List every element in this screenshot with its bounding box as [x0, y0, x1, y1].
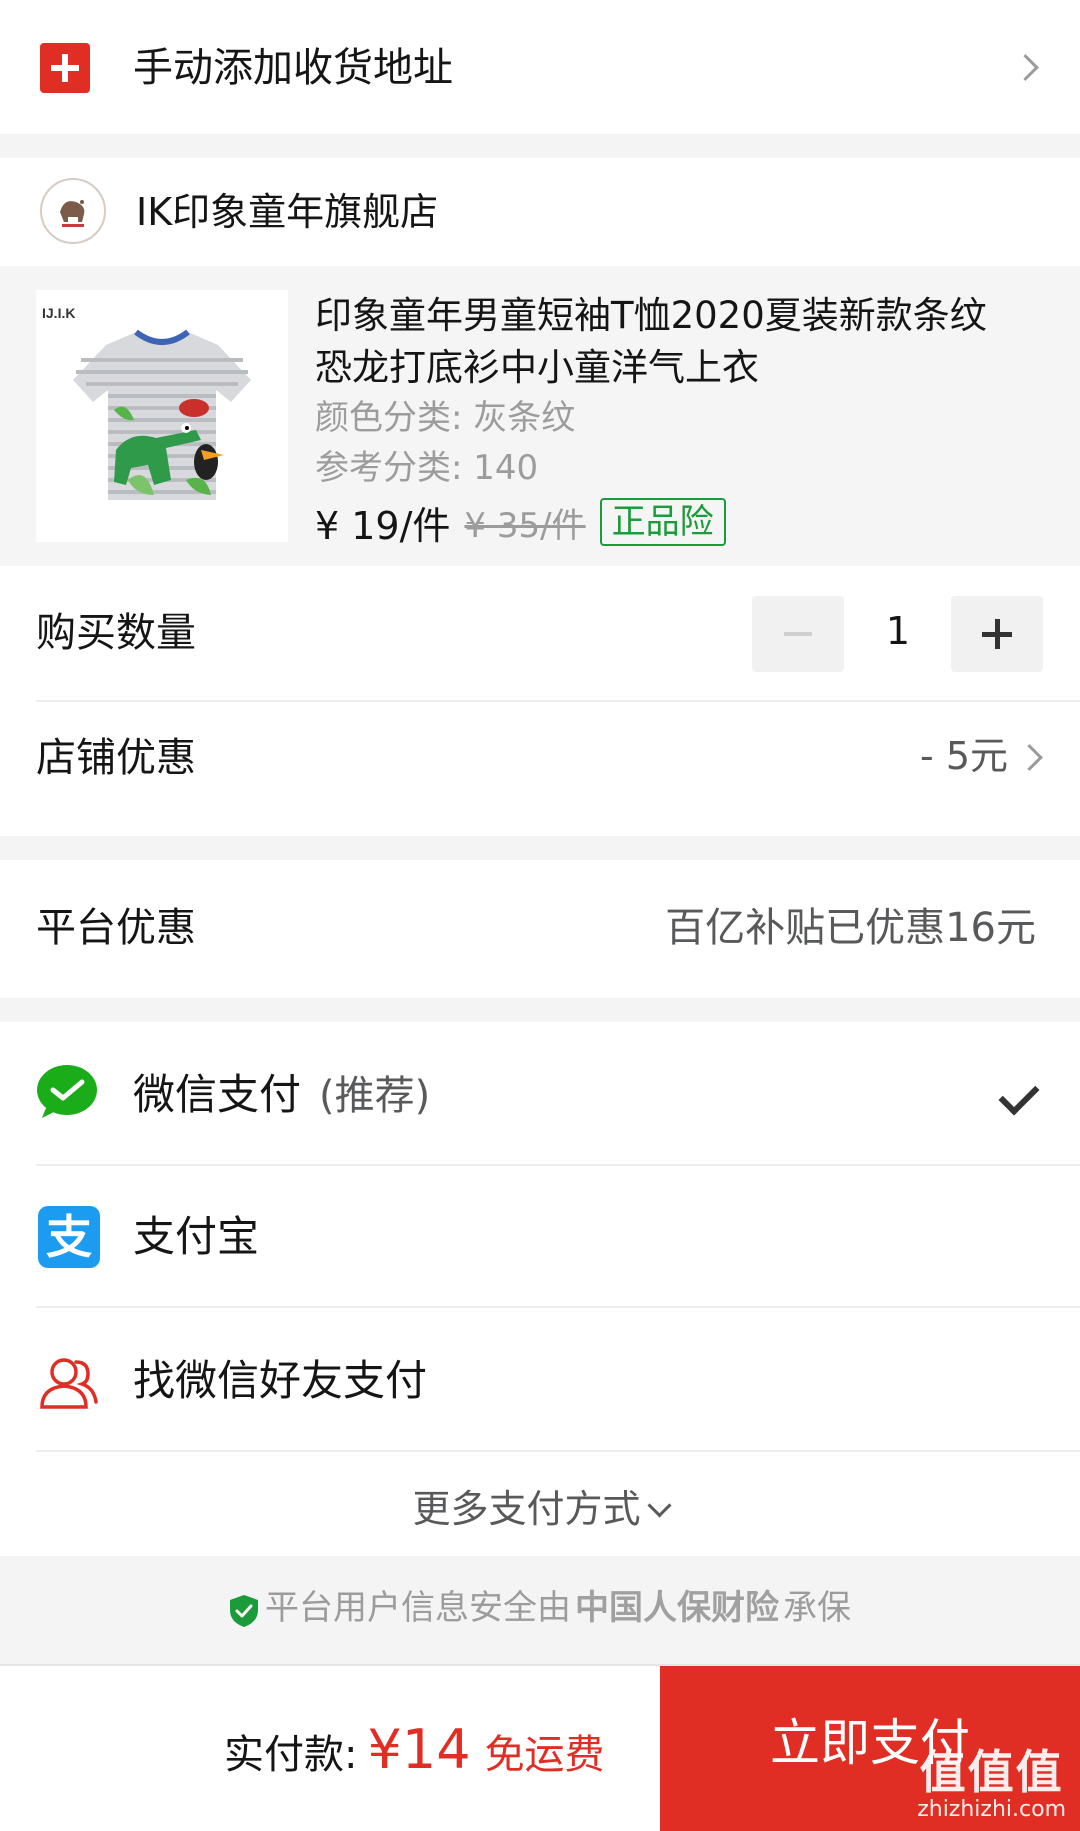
original-price: ¥ 35/件 — [464, 505, 586, 546]
product-image: IJ.I.K — [36, 290, 288, 542]
plus-icon-vertical — [994, 619, 1000, 649]
shield-check-icon — [229, 1589, 259, 1627]
pay-now-button[interactable]: 立即支付 值值值 zhizhizhi.com — [660, 1666, 1080, 1831]
platform-discount-value: 百亿补贴已优惠16元 — [665, 905, 1036, 951]
divider — [36, 1306, 1080, 1308]
security-suffix: 承保 — [783, 1588, 851, 1628]
platform-discount-label: 平台优惠 — [36, 905, 196, 951]
product-color-spec: 颜色分类: 灰条纹 — [315, 398, 576, 438]
payment-methods: 微信支付 (推荐) 支 支付宝 找微信好友支付 更多支付方式 — [0, 1022, 1080, 1556]
store-logo — [40, 178, 106, 244]
divider — [36, 1450, 1080, 1452]
chevron-down-icon — [646, 1493, 672, 1518]
shop-discount-value[interactable]: - 5元 — [920, 728, 1008, 784]
chevron-right-icon[interactable] — [1016, 744, 1043, 771]
quantity-decrease-button[interactable] — [752, 596, 844, 672]
quantity-value[interactable]: 1 — [858, 603, 938, 659]
wechat-pay-icon — [36, 1064, 98, 1120]
total-summary: 实付款: ¥14 免运费 — [224, 1718, 605, 1781]
product-price: ¥ 19/件 — [315, 503, 451, 548]
product-title-line-2: 恐龙打底衫中小童洋气上衣 — [315, 346, 759, 389]
store-header[interactable]: IK印象童年旗舰店 — [0, 158, 1080, 266]
alipay-option[interactable]: 支付宝 — [133, 1208, 259, 1266]
insurer-name: 中国人保财险 — [575, 1588, 779, 1628]
divider — [36, 700, 1080, 702]
watermark: 值值值 zhizhizhi.com — [917, 1747, 1066, 1823]
add-address-label: 手动添加收货地址 — [133, 45, 453, 91]
alipay-icon: 支 — [38, 1206, 100, 1268]
divider — [36, 1164, 1080, 1166]
product-title-line-1: 印象童年男童短袖T恤2020夏装新款条纹 — [315, 294, 987, 337]
product-image-logo: IJ.I.K — [42, 305, 75, 321]
minus-icon — [784, 632, 812, 636]
security-text: 平台用户信息安全由 中国人保财险 承保 — [0, 1580, 1080, 1636]
more-payment-label: 更多支付方式 — [412, 1487, 641, 1531]
wechat-pay-option[interactable]: 微信支付 (推荐) — [133, 1066, 430, 1125]
more-payment-methods[interactable]: 更多支付方式 — [0, 1482, 1080, 1536]
wechat-friend-pay-icon — [36, 1352, 100, 1412]
total-label: 实付款: — [224, 1732, 358, 1778]
price-line: ¥ 19/件 ¥ 35/件 正品险 — [315, 494, 726, 550]
add-address-row[interactable]: 手动添加收货地址 — [0, 0, 1080, 134]
store-name: IK印象童年旗舰店 — [136, 190, 439, 234]
quantity-and-shop-discount: 购买数量 1 店铺优惠 - 5元 — [0, 566, 1080, 836]
selected-check-icon — [998, 1074, 1040, 1116]
watermark-url: zhizhizhi.com — [917, 1797, 1066, 1822]
wechat-pay-note: (推荐) — [319, 1073, 431, 1119]
watermark-main: 值值值 — [919, 1745, 1064, 1799]
chevron-right-icon — [1012, 54, 1039, 81]
security-notice: 平台用户信息安全由 中国人保财险 承保 — [0, 1556, 1080, 1664]
total-price: ¥14 — [367, 1718, 471, 1781]
wechat-pay-label: 微信支付 — [133, 1070, 302, 1119]
add-address-icon — [40, 43, 90, 93]
quantity-increase-button[interactable] — [951, 596, 1043, 672]
authentic-insurance-badge[interactable]: 正品险 — [599, 498, 726, 546]
checkout-bar: 实付款: ¥14 免运费 立即支付 值值值 zhizhizhi.com — [0, 1664, 1080, 1831]
shop-discount-label: 店铺优惠 — [36, 735, 196, 781]
product-title: 印象童年男童短袖T恤2020夏装新款条纹 恐龙打底衫中小童洋气上衣 — [315, 290, 1055, 394]
wechat-friend-pay-option[interactable]: 找微信好友支付 — [133, 1352, 427, 1410]
security-prefix: 平台用户信息安全由 — [265, 1588, 571, 1628]
product-card[interactable]: IJ.I.K 印象童年男童短袖T恤2020夏装新款条纹 恐龙打底衫中小童洋气上衣… — [0, 266, 1080, 566]
product-size-spec: 参考分类: 140 — [315, 448, 539, 488]
free-shipping-label: 免运费 — [484, 1732, 605, 1778]
quantity-label: 购买数量 — [36, 610, 196, 656]
platform-discount-row: 平台优惠 百亿补贴已优惠16元 — [0, 860, 1080, 998]
